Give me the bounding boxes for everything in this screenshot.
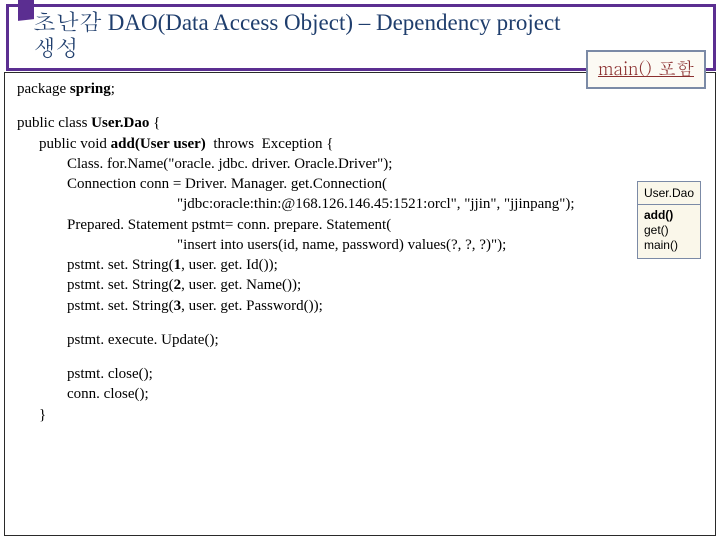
code-conn-args: "jdbc:oracle:thin:@168.126.146.45:1521:o… [17,194,705,214]
class-decl-1: public class [17,115,91,131]
add-sig-2: throws Exception { [206,136,334,152]
title-line-2: 생성 [33,36,79,61]
class-card-method-1: get() [644,223,694,238]
code-pstmt-sql: "insert into users(id, name, password) v… [17,235,705,255]
code-close-conn: conn. close(); [17,384,705,404]
ss2a: pstmt. set. String( [67,277,174,293]
code-execute: pstmt. execute. Update(); [17,330,705,350]
class-decl-2: { [149,115,160,131]
blank-line-2 [17,316,705,330]
code-close-brace: } [17,405,705,425]
class-card-name: User.Dao [638,182,700,205]
class-card-method-0: add() [644,208,694,223]
code-conn: Connection conn = Driver. Manager. get.C… [17,174,705,194]
blank-line-3 [17,350,705,364]
code-setstring-2: pstmt. set. String(2, user. get. Name())… [17,275,705,295]
code-forname: Class. for.Name("oracle. jdbc. driver. O… [17,154,705,174]
semicolon: ; [111,81,115,97]
ss2c: , user. get. Name()); [181,277,301,293]
package-name: spring [70,81,111,97]
add-sig-name: add(User user) [111,136,206,152]
ss1c: , user. get. Id()); [181,257,278,273]
class-name: User.Dao [91,115,149,131]
title-line-1: 초난감 DAO(Data Access Object) – Dependency… [33,10,561,35]
code-pstmt: Prepared. Statement pstmt= conn. prepare… [17,215,705,235]
code-close-pstmt: pstmt. close(); [17,364,705,384]
kw-package: package [17,81,70,97]
class-card-method-2: main() [644,238,694,253]
code-setstring-1: pstmt. set. String(1, user. get. Id()); [17,255,705,275]
main-included-badge: main() 포함 [586,50,706,89]
title-accent-tab [18,0,34,21]
code-area: package spring; public class User.Dao { … [4,72,716,536]
code-setstring-3: pstmt. set. String(3, user. get. Passwor… [17,296,705,316]
add-sig-1: public void [39,136,111,152]
code-add-signature: public void add(User user) throws Except… [17,134,705,154]
ss3a: pstmt. set. String( [67,298,174,314]
slide-root: 초난감 DAO(Data Access Object) – Dependency… [0,0,720,540]
ss3c: , user. get. Password()); [181,298,323,314]
class-card: User.Dao add() get() main() [637,181,701,259]
blank-line [17,99,705,113]
ss1a: pstmt. set. String( [67,257,174,273]
code-class-decl: public class User.Dao { [17,113,705,133]
class-card-methods: add() get() main() [638,205,700,258]
